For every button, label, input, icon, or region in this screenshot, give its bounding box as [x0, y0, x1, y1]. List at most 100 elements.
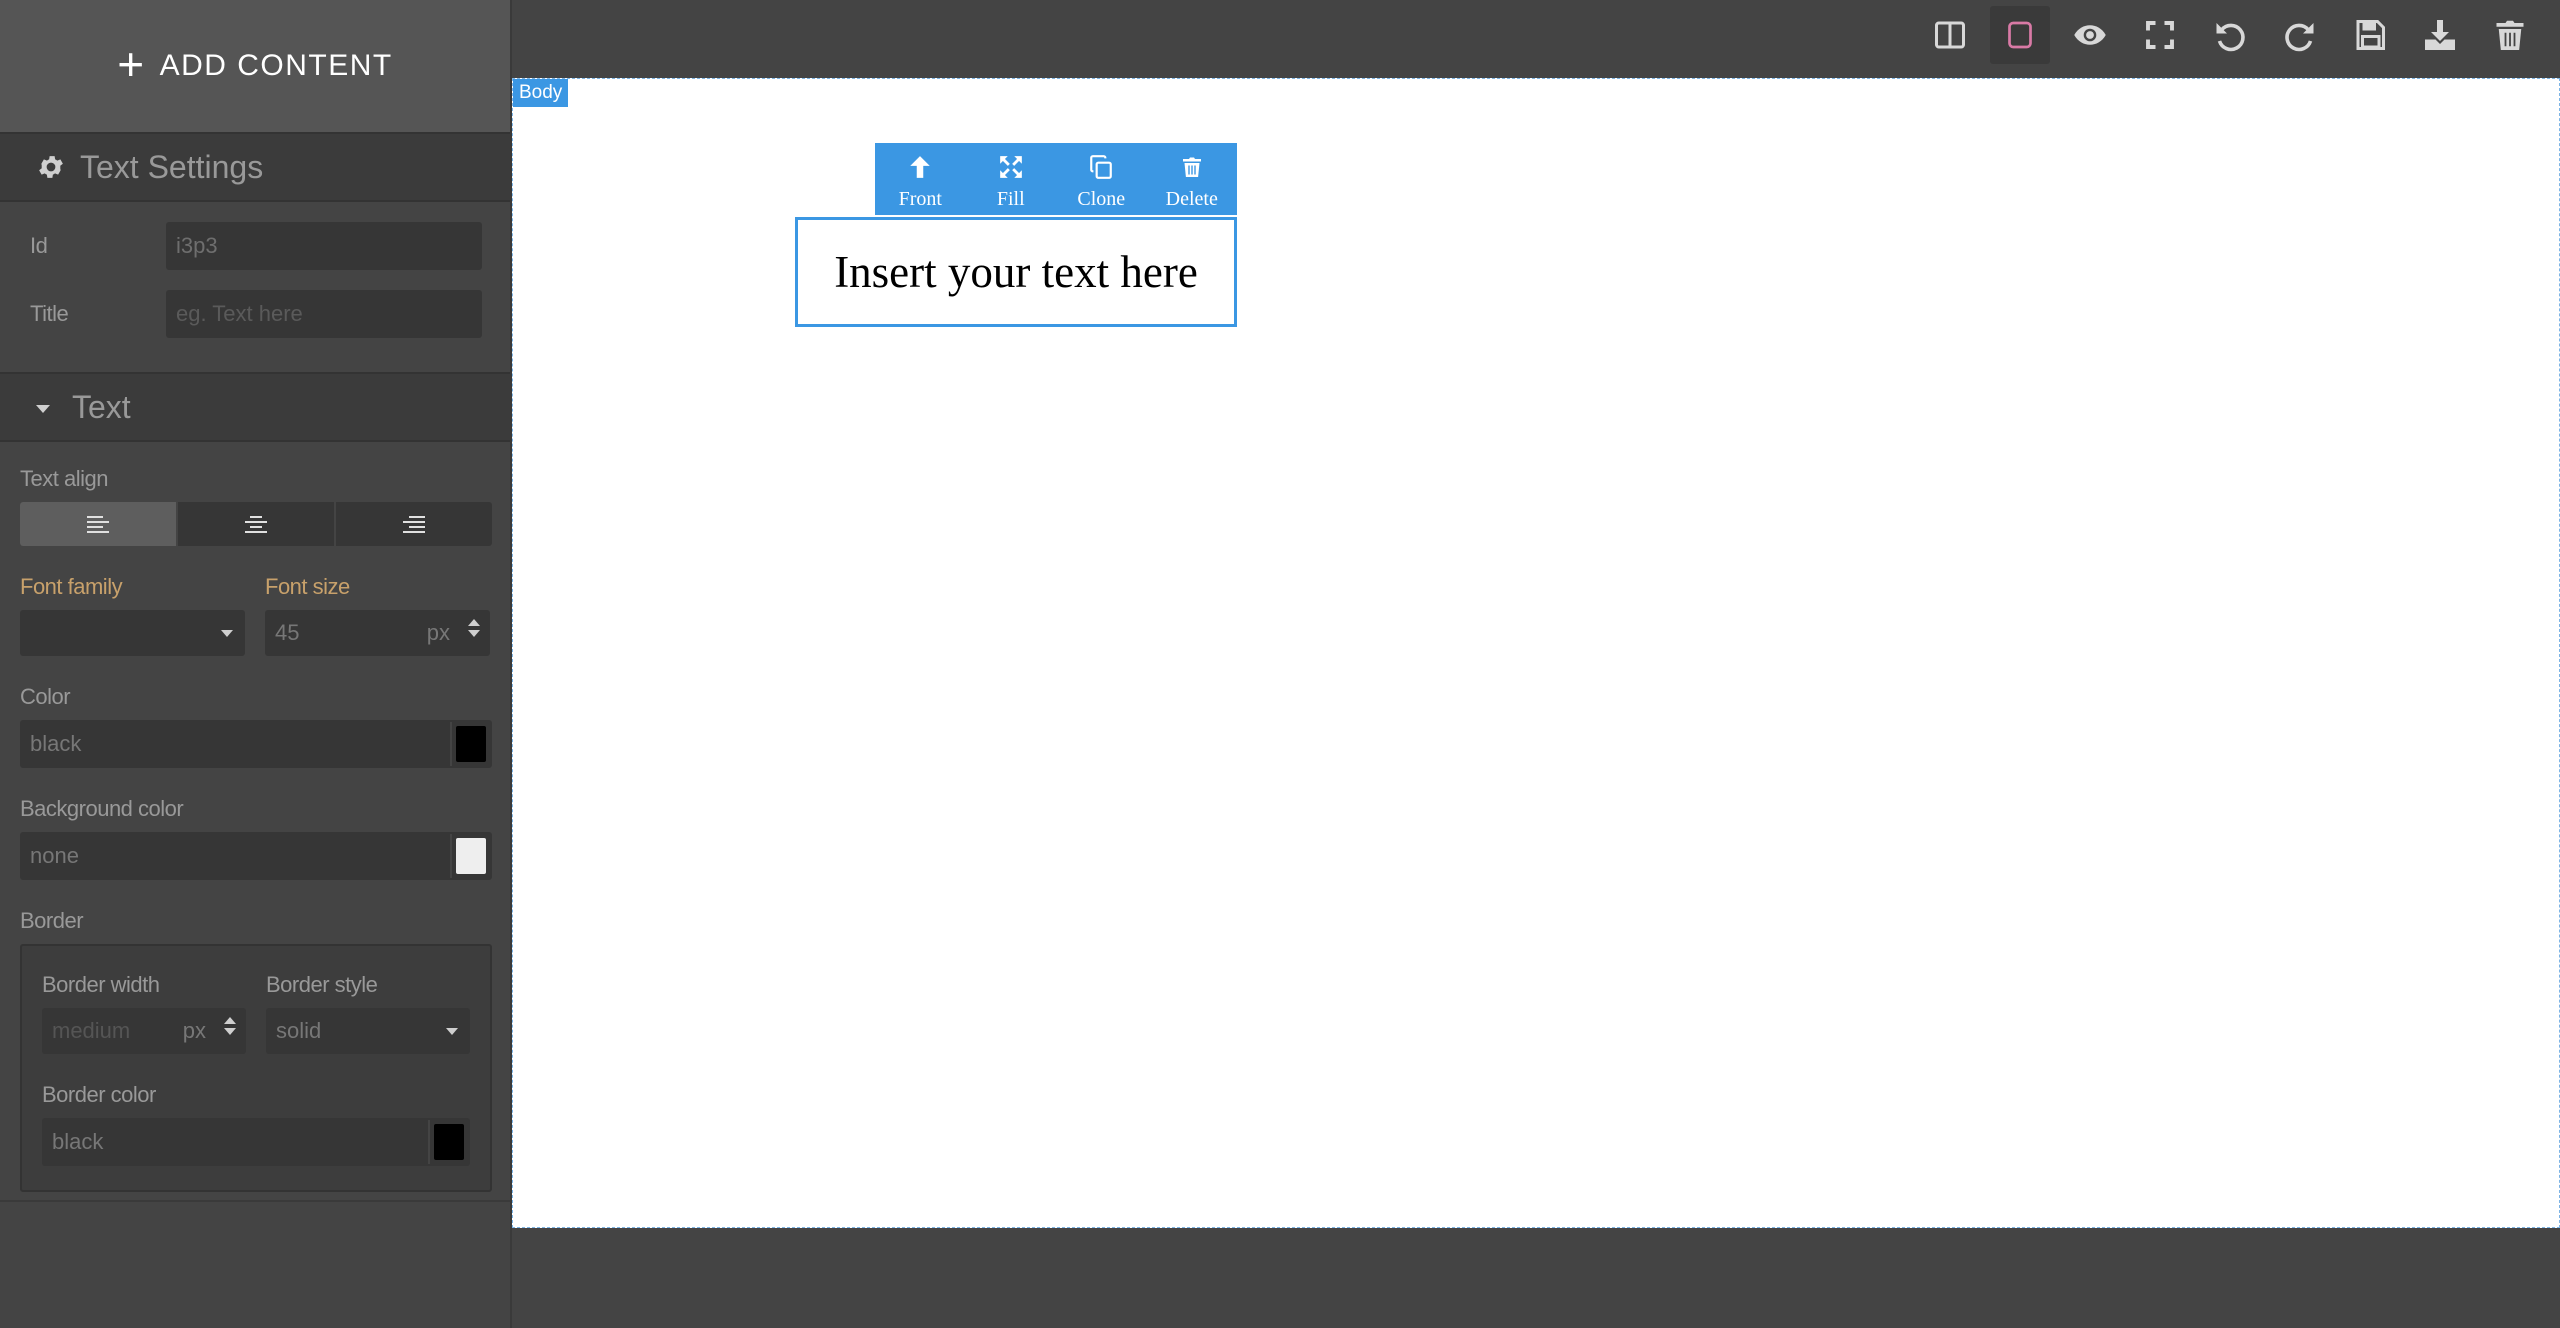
border-label: Border: [20, 908, 84, 933]
trait-title-row: Title eg. Text here: [0, 280, 510, 348]
sidebar-divider: [0, 1200, 512, 1202]
border-color-value: black: [52, 1129, 104, 1154]
font-row: Font family Font size 45 px: [20, 570, 490, 656]
border-style-value: solid: [276, 1018, 322, 1043]
background-color-property: Background color none: [20, 792, 492, 880]
color-swatch-fill: [456, 726, 486, 762]
border-color-swatch-fill: [434, 1124, 464, 1160]
caret-down-icon: [36, 405, 50, 413]
trait-id-label: Id: [30, 233, 48, 258]
font-family-property: Font family: [20, 570, 245, 656]
border-style-label: Border style: [266, 972, 378, 997]
background-color-swatch[interactable]: [450, 834, 490, 878]
editor-canvas[interactable]: Body Front Fill Clone Delete Insert your…: [512, 78, 2560, 1228]
align-right-icon: [403, 516, 425, 533]
style-properties: Text align Font family Font size 45 px C…: [0, 462, 510, 1192]
front-button[interactable]: Front: [875, 143, 966, 215]
stepper-arrows-icon[interactable]: [468, 619, 480, 637]
border-width-input[interactable]: medium px: [42, 1008, 246, 1054]
layout-panel-icon: [1935, 21, 1965, 49]
border-width-unit[interactable]: px: [183, 1018, 206, 1044]
fullscreen-icon: [2146, 21, 2174, 49]
delete-button[interactable]: Delete: [1147, 143, 1238, 215]
border-width-property: Border width medium px: [42, 968, 246, 1054]
fill-button[interactable]: Fill: [966, 143, 1057, 215]
preview-eye-icon: [2074, 25, 2106, 45]
background-color-value: none: [30, 843, 79, 868]
border-width-label: Border width: [42, 972, 160, 997]
editor-toolbar: [1920, 6, 2540, 64]
sw-visibility-button[interactable]: [1990, 6, 2050, 64]
color-swatch[interactable]: [450, 722, 490, 766]
layout-panel-button[interactable]: [1920, 6, 1980, 64]
plus-icon: +: [117, 38, 146, 90]
border-color-swatch[interactable]: [428, 1120, 468, 1164]
fill-label: Fill: [996, 188, 1025, 210]
undo-button[interactable]: [2200, 6, 2260, 64]
save-button[interactable]: [2340, 6, 2400, 64]
sidebar: + ADD CONTENT Text Settings Id i3p3 Titl…: [0, 0, 512, 1328]
traits-panel: Id i3p3 Title eg. Text here: [0, 202, 510, 372]
gear-icon: [36, 152, 66, 182]
preview-button[interactable]: [2060, 6, 2120, 64]
clone-button[interactable]: Clone: [1056, 143, 1147, 215]
export-download-icon: [2425, 20, 2455, 50]
border-composite: Border width medium px Border style soli…: [20, 944, 492, 1192]
add-content-label: ADD CONTENT: [159, 49, 393, 82]
export-button[interactable]: [2410, 6, 2470, 64]
trait-title-input[interactable]: eg. Text here: [166, 290, 482, 338]
clone-label: Clone: [1077, 188, 1126, 210]
text-settings-header[interactable]: Text Settings: [0, 132, 510, 202]
fullscreen-button[interactable]: [2130, 6, 2190, 64]
top-bar: [514, 0, 2560, 78]
selected-text-component[interactable]: Insert your text here: [795, 217, 1237, 327]
border-property: Border Border width medium px Border sty…: [20, 904, 492, 1192]
expand-arrows-icon: [999, 156, 1022, 178]
border-color-label: Border color: [42, 1082, 156, 1107]
align-center-icon: [245, 516, 267, 533]
undo-icon: [2216, 23, 2245, 52]
arrow-up-icon: [910, 156, 930, 178]
save-icon: [2356, 20, 2385, 50]
align-right-option[interactable]: [336, 502, 492, 546]
align-left-icon: [87, 516, 109, 533]
sw-visibility-icon: [2008, 21, 2032, 49]
stepper-arrows-icon[interactable]: [224, 1017, 236, 1035]
redo-icon: [2285, 23, 2314, 52]
font-size-label: Font size: [265, 574, 350, 599]
align-left-option[interactable]: [20, 502, 178, 546]
text-settings-title: Text Settings: [80, 148, 264, 185]
font-size-input[interactable]: 45 px: [265, 610, 490, 656]
color-property: Color black: [20, 680, 492, 768]
redo-button[interactable]: [2270, 6, 2330, 64]
delete-trash-icon: [1182, 157, 1201, 177]
front-label: Front: [898, 188, 942, 210]
component-toolbar: Front Fill Clone Delete: [875, 143, 1237, 215]
border-style-property: Border style solid: [266, 968, 470, 1054]
align-center-option[interactable]: [178, 502, 336, 546]
border-color-input[interactable]: black: [42, 1118, 470, 1166]
trait-id-input[interactable]: i3p3: [166, 222, 482, 270]
font-size-unit[interactable]: px: [427, 620, 450, 646]
background-color-swatch-fill: [456, 838, 486, 874]
background-color-input[interactable]: none: [20, 832, 492, 880]
chevron-down-icon: [446, 1028, 458, 1035]
delete-label: Delete: [1165, 188, 1218, 210]
background-color-label: Background color: [20, 796, 184, 821]
text-sector-title: Text: [72, 388, 131, 425]
border-style-select[interactable]: solid: [266, 1008, 470, 1054]
chevron-down-icon: [221, 630, 233, 637]
trait-id-row: Id i3p3: [0, 212, 510, 280]
color-input[interactable]: black: [20, 720, 492, 768]
border-color-property: Border color black: [42, 1078, 470, 1166]
text-sector-header[interactable]: Text: [0, 372, 510, 442]
color-label: Color: [20, 684, 71, 709]
font-size-value: 45: [275, 620, 300, 645]
text-align-property: Text align: [20, 462, 492, 546]
border-row: Border width medium px Border style soli…: [42, 968, 470, 1054]
trash-icon: [2496, 20, 2524, 50]
clear-canvas-button[interactable]: [2480, 6, 2540, 64]
font-family-select[interactable]: [20, 610, 245, 656]
color-value: black: [30, 731, 82, 756]
add-content-button[interactable]: + ADD CONTENT: [0, 0, 510, 132]
